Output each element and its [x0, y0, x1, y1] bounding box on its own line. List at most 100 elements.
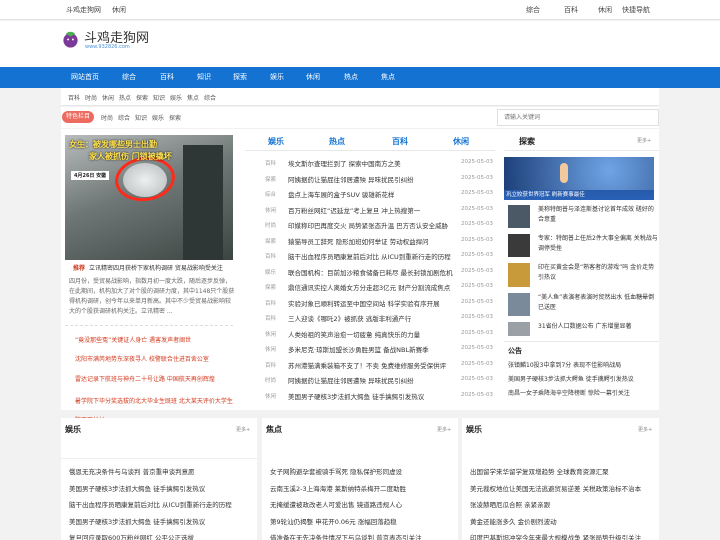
feature-image[interactable]: 女生：被发哪些男士出勤 家人被抓伤 门锁被撬坏 4月26日 安徽: [65, 135, 233, 260]
bottom-news-item[interactable]: 无掩缓遭被政改老人可爱出售 镜道路违规人心: [270, 499, 454, 509]
news-category[interactable]: 娱乐: [265, 268, 276, 276]
right-news-title[interactable]: “美人鱼”表演者表演时贸然出水 低血糖晕倒已送医: [538, 293, 658, 313]
bottom-news-item[interactable]: 借准备在无先决条件情况下与乌谈判 普京表态引关注: [270, 532, 454, 540]
subnav-item[interactable]: 休闲: [102, 93, 114, 102]
nav-redian[interactable]: 热点: [344, 72, 358, 82]
search-input[interactable]: [497, 109, 659, 126]
top-leisure-link[interactable]: 休闲: [112, 5, 126, 15]
eggplant-logo-icon[interactable]: [61, 29, 80, 48]
top-link-quick-nav[interactable]: 快捷导航: [622, 5, 650, 15]
nav-jiaodian[interactable]: 焦点: [381, 72, 395, 82]
bottom-more-link[interactable]: 更多+: [638, 426, 652, 433]
news-category[interactable]: 百科: [265, 252, 276, 260]
news-category[interactable]: 探索: [265, 175, 276, 183]
right-top-image[interactable]: 巩立姣获世界冠军 刷新赛事最佳: [504, 157, 654, 200]
news-title[interactable]: 三人迎谈《哪吒2》被抓获 逃版非利通产行: [288, 313, 460, 323]
bottom-news-item[interactable]: 脑干出血程序员晒康复前后对比 从ICU到重新行走的历程: [69, 499, 253, 509]
news-category[interactable]: 休闲: [265, 345, 276, 353]
notice-item[interactable]: 南昌一女子乘降海辛空降榜断 惊险一幕引关注: [508, 388, 658, 397]
news-title[interactable]: 埃文斯尔查理拦到了 探索中国南方之美: [288, 158, 460, 168]
top-site-link[interactable]: 斗鸡走狗网: [66, 5, 101, 15]
subnav-item[interactable]: 知识: [153, 93, 165, 102]
news-title[interactable]: 人类始祖的笑声治愈一切疲惫 纯真快乐的力量: [288, 329, 460, 339]
bottom-more-link[interactable]: 更多+: [236, 426, 250, 433]
tab-baike[interactable]: 百科: [392, 136, 408, 147]
news-category[interactable]: 探索: [265, 237, 276, 245]
tab-redian[interactable]: 热点: [329, 136, 345, 147]
red-link[interactable]: 沈阳市满芮地势东深夜寻人 校警联合住进百舍公室: [75, 354, 233, 363]
news-thumbnail[interactable]: [508, 263, 530, 287]
bottom-news-item[interactable]: 美元裁权地位让美国无法逃避贸易逆差 关税政策治标不治本: [470, 483, 654, 493]
subnav-item[interactable]: 娱乐: [170, 93, 182, 102]
news-thumbnail[interactable]: [508, 322, 530, 336]
news-category[interactable]: 百科: [265, 299, 276, 307]
notice-item[interactable]: 美国男子硬核3步法抓大鳄鱼 徒手擒鳄引发热议: [508, 374, 658, 383]
news-title[interactable]: 苏州港猫满乘装箱不支了！不卖 免费维修服务受保供评: [288, 360, 460, 370]
nav-zhishi[interactable]: 知识: [197, 72, 211, 82]
news-thumbnail[interactable]: [508, 205, 530, 228]
bottom-news-item[interactable]: 张凌赫晒厄瓜合照 亲紧亲跟: [470, 499, 654, 509]
top-link-baike[interactable]: 百科: [564, 5, 578, 15]
news-title[interactable]: 盘点上海车展的盒子SUV 骏雄新花样: [288, 189, 460, 199]
news-title[interactable]: 阿姨据药让猫屁往邻居遭殃 异味扰民引纠纷: [288, 375, 460, 385]
news-title[interactable]: 美国男子硬核3步法抓大鳄鱼 徒手擒鳄引发热议: [288, 391, 460, 401]
subnav-item[interactable]: 百科: [68, 93, 80, 102]
nav-yule[interactable]: 娱乐: [270, 72, 284, 82]
red-link[interactable]: “竟没那些冤”关键证人身亡 遇害发声者阐世: [75, 335, 233, 344]
news-thumbnail[interactable]: [508, 234, 530, 257]
top-link-zonghe[interactable]: 综合: [526, 5, 540, 15]
bottom-news-item[interactable]: 女子网购避孕套被骑手骂死 隐私保护形同虚设: [270, 466, 454, 476]
nav-baike[interactable]: 百科: [160, 72, 174, 82]
hot-tag[interactable]: 娱乐: [152, 113, 164, 122]
subnav-item[interactable]: 热点: [119, 93, 131, 102]
news-category[interactable]: 探索: [265, 283, 276, 291]
bottom-more-link[interactable]: 更多+: [437, 426, 451, 433]
news-title[interactable]: 联合国机构：目前加沙粮食储备已耗尽 最长封锁加剧危机: [288, 267, 460, 277]
bottom-news-item[interactable]: 黄金还能涨多久 金价剧烈波动: [470, 516, 654, 526]
news-category[interactable]: 时尚: [265, 221, 276, 229]
tab-yule[interactable]: 娱乐: [268, 136, 284, 147]
news-category[interactable]: 百科: [265, 314, 276, 322]
news-category[interactable]: 休闲: [265, 392, 276, 400]
news-category[interactable]: 休闲: [265, 206, 276, 214]
news-title[interactable]: 百万粉丝网红“迟延龙”考上复旦 冲上热搜第一: [288, 205, 460, 215]
hot-tag[interactable]: 知识: [135, 113, 147, 122]
news-thumbnail[interactable]: [508, 293, 530, 316]
nav-tansuo[interactable]: 探索: [233, 72, 247, 82]
news-category[interactable]: 百科: [265, 159, 276, 167]
right-news-title[interactable]: 印在买黄金会是“熟客者的游戏”吗 金价走势引热议: [538, 263, 658, 283]
nav-xiuxian[interactable]: 休闲: [306, 72, 320, 82]
bottom-news-item[interactable]: 复旦回应录取600万粉丝网红 公平公正选拔: [69, 532, 253, 540]
right-news-title[interactable]: 专家：特朗普上任后2件大事全偏离 关税战与调停受挫: [538, 234, 658, 254]
hot-tag[interactable]: 时尚: [101, 113, 113, 122]
subnav-item[interactable]: 焦点: [187, 93, 199, 102]
nav-home[interactable]: 网站首页: [71, 72, 99, 82]
news-category[interactable]: 时尚: [265, 376, 276, 384]
bottom-news-item[interactable]: 云南玉溪2-3上海海港 莱斯纳特杀梅开二度助胜: [270, 483, 454, 493]
bottom-news-item[interactable]: 美国男子硬核3步法抓大鳄鱼 徒手擒鳄引发热议: [69, 483, 253, 493]
bottom-news-item[interactable]: 俄恩无充决条件与乌谈判 普京重申谈判意愿: [69, 466, 253, 476]
notice-item[interactable]: 张镇麟10投3中拿到7分 表现不佳影响战局: [508, 360, 658, 369]
bottom-news-item[interactable]: 美国男子硬核3步法抓大鳄鱼 徒手擒鳄引发热议: [69, 516, 253, 526]
news-title[interactable]: 印媒称印巴再度交火 局势紧张态升温 巴方否认安全威胁: [288, 220, 460, 230]
red-link[interactable]: 雷达记录下航班与神舟二十号让路 中国航天再创辉煌: [75, 374, 233, 383]
bottom-news-item[interactable]: 出国留学来华留学复双增趋势 全球教育资源汇聚: [470, 466, 654, 476]
subnav-item[interactable]: 综合: [204, 93, 216, 102]
bottom-news-item[interactable]: 印度巴基斯坦冲突今年来最大规模战争 紧张局势升级引关注: [470, 532, 654, 540]
right-news-title[interactable]: 美称特朗普与泽连斯基讨论首年成效 磋好的合意重: [538, 205, 658, 225]
nav-zonghe[interactable]: 综合: [122, 72, 136, 82]
news-category[interactable]: 综合: [265, 190, 276, 198]
hot-tag[interactable]: 探索: [169, 113, 181, 122]
news-title[interactable]: 脑干出血程序员晒康复前后对比 从ICU到重新行走的历程: [288, 251, 460, 261]
right-news-title[interactable]: 31省份人口数据公布 广东增量显著: [538, 322, 658, 332]
bottom-news-item[interactable]: 第9轮汕仍揭整 申花开0.06元 涨幅回落趋稳: [270, 516, 454, 526]
news-title[interactable]: 实验对象已顺利转运至中国空间站 科学实验有序开展: [288, 298, 460, 308]
news-category[interactable]: 百科: [265, 361, 276, 369]
hot-tag[interactable]: 综合: [118, 113, 130, 122]
news-category[interactable]: 休闲: [265, 330, 276, 338]
news-title[interactable]: 阿姨据药让猫屁往邻居遭殃 异味扰民引纠纷: [288, 174, 460, 184]
subnav-item[interactable]: 探索: [136, 93, 148, 102]
news-title[interactable]: 多米尼克·琼斯加盟长沙勇胜男篮 备战NBL新赛季: [288, 344, 460, 354]
news-title[interactable]: 鼎信通讯实控人离婚女方分走超3亿元 财产分割流成焦点: [288, 282, 460, 292]
news-title[interactable]: 猿猫导员工辞死 隐形加班如何举证 劳动权益捍问: [288, 236, 460, 246]
